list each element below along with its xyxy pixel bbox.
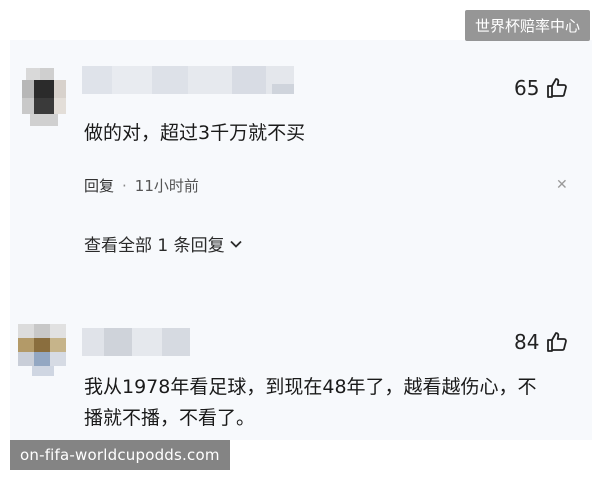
comment-text: 我从1978年看足球，到现在48年了，越看越伤心，不 播就不播，不看了。 xyxy=(84,372,584,434)
separator-dot: · xyxy=(122,176,127,195)
comment-text-line-2: 播就不播，不看了。 xyxy=(84,407,256,429)
chevron-down-icon xyxy=(229,240,242,248)
like-count: 65 xyxy=(514,76,540,100)
username-redacted[interactable] xyxy=(82,328,190,356)
view-replies-button[interactable]: 查看全部 1 条回复 xyxy=(84,231,243,256)
username-redacted[interactable] xyxy=(82,66,294,94)
comment-meta: 回复 · 11小时前 xyxy=(84,175,199,196)
avatar[interactable] xyxy=(22,68,70,128)
like-button[interactable]: 84 xyxy=(514,330,569,354)
watermark-bottom: on-fifa-worldcupodds.com xyxy=(10,440,230,470)
avatar[interactable] xyxy=(18,324,68,376)
view-replies-label: 查看全部 1 条回复 xyxy=(84,236,225,256)
thumbs-up-icon xyxy=(547,78,568,98)
comment-text: 做的对，超过3千万就不买 xyxy=(84,122,306,144)
close-icon[interactable]: ✕ xyxy=(556,177,568,193)
reply-button[interactable]: 回复 xyxy=(84,175,114,196)
thumbs-up-icon xyxy=(547,332,568,352)
like-button[interactable]: 65 xyxy=(514,76,569,100)
timestamp: 11小时前 xyxy=(134,177,199,195)
watermark-top: 世界杯赔率中心 xyxy=(464,10,590,41)
like-count: 84 xyxy=(514,330,540,354)
comment-text-line-1: 我从1978年看足球，到现在48年了，越看越伤心，不 xyxy=(84,376,537,398)
